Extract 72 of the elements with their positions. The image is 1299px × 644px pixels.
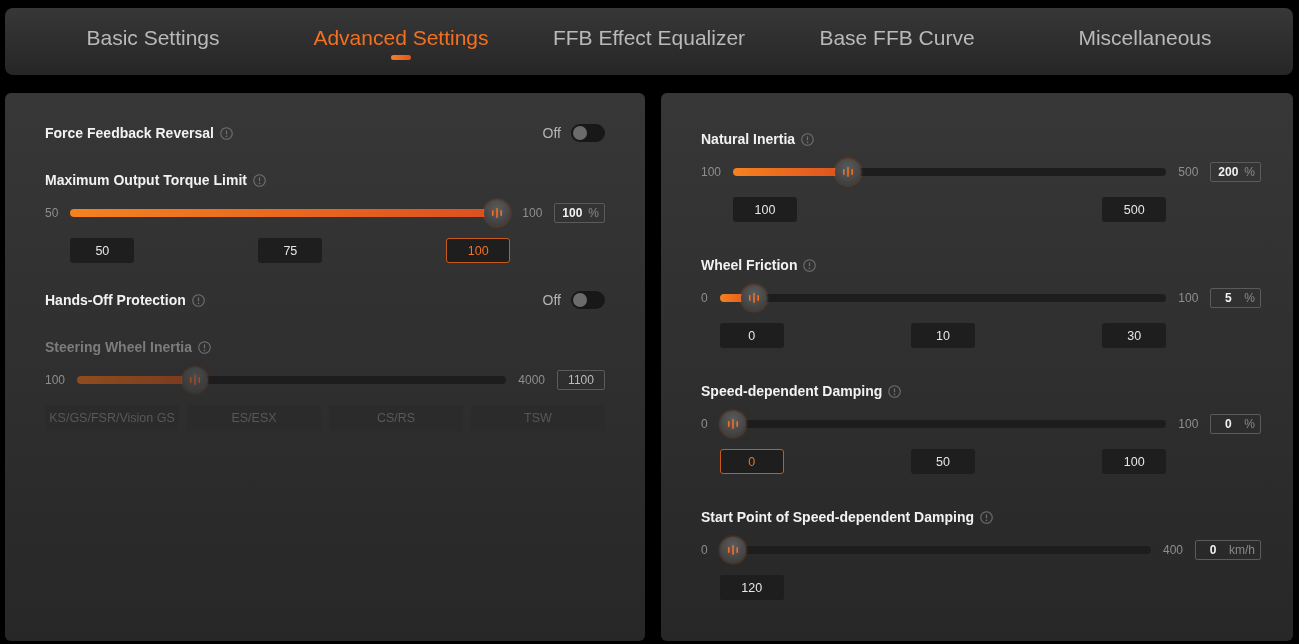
preset-button[interactable]: 120 — [719, 575, 784, 600]
setting-title: Hands-Off Protection — [45, 292, 186, 308]
info-icon[interactable] — [803, 258, 817, 272]
toggle-state-label: Off — [542, 125, 561, 141]
tab[interactable]: Basic Settings — [82, 17, 224, 66]
setting-title: Force Feedback Reversal — [45, 125, 214, 141]
setting-title: Maximum Output Torque Limit — [45, 172, 247, 188]
active-tab-underline — [391, 54, 411, 60]
preset-button[interactable]: 0 — [719, 323, 784, 348]
slider-track[interactable] — [70, 200, 511, 226]
info-icon[interactable] — [980, 510, 993, 524]
slider-min-label: 50 — [45, 206, 59, 220]
value-field[interactable]: 5 % — [1210, 288, 1261, 308]
setting-title: Natural Inertia — [701, 131, 796, 147]
toggle-state-label: Off — [542, 292, 561, 308]
slider-thumb[interactable] — [740, 285, 767, 311]
slider-max-label: 400 — [1162, 543, 1183, 557]
grip-icon — [726, 418, 739, 430]
slider-min-label: 0 — [701, 417, 708, 431]
preset-button[interactable]: 50 — [70, 238, 135, 263]
tab[interactable]: Base FFB Curve — [815, 17, 979, 66]
grip-icon — [188, 374, 201, 386]
info-icon[interactable] — [198, 340, 212, 354]
preset-button[interactable]: 500 — [1102, 197, 1167, 222]
toggle-switch[interactable] — [571, 291, 605, 309]
slider-thumb[interactable] — [484, 200, 511, 226]
grip-icon — [491, 207, 504, 219]
setting-title: Wheel Friction — [701, 257, 798, 273]
slider-track[interactable] — [733, 159, 1167, 185]
preset-button[interactable]: 50 — [911, 449, 975, 474]
slider-track[interactable] — [77, 367, 507, 393]
preset-button[interactable]: 100 — [733, 197, 798, 222]
preset-button[interactable]: 100 — [1102, 449, 1167, 474]
info-icon[interactable] — [219, 126, 233, 140]
toggle-switch[interactable] — [571, 124, 605, 142]
preset-button[interactable]: 30 — [1102, 323, 1167, 348]
slider-track[interactable] — [719, 411, 1167, 437]
slider-max-label: 500 — [1178, 165, 1199, 179]
info-icon[interactable] — [191, 293, 205, 307]
slider-min-label: 100 — [45, 373, 66, 387]
value-field[interactable]: 100 % — [554, 203, 605, 223]
preset-button[interactable]: 75 — [258, 238, 323, 263]
setting-title: Speed-dependent Damping — [701, 383, 883, 399]
setting-title: Start Point of Speed-dependent Damping — [701, 509, 974, 525]
slider-min-label: 0 — [701, 543, 708, 557]
preset-button[interactable]: 100 — [446, 238, 511, 263]
preset-button[interactable]: 0 — [719, 449, 784, 474]
tab[interactable]: FFB Effect Equalizer — [548, 17, 750, 66]
slider-max-label: 100 — [1178, 417, 1199, 431]
value-field[interactable]: 200 % — [1210, 162, 1261, 182]
grip-icon — [747, 292, 760, 304]
slider-thumb[interactable] — [834, 159, 861, 185]
grip-icon — [841, 166, 854, 178]
slider-track[interactable] — [719, 285, 1167, 311]
info-icon[interactable] — [252, 173, 266, 187]
slider-max-label: 4000 — [518, 373, 545, 387]
tab[interactable]: Miscellaneous — [1074, 17, 1216, 66]
info-icon[interactable] — [801, 132, 815, 146]
value-field[interactable]: 0 km/h — [1195, 540, 1261, 560]
slider-thumb[interactable] — [719, 537, 746, 563]
slider-max-label: 100 — [1178, 291, 1199, 305]
slider-max-label: 100 — [522, 206, 543, 220]
slider-thumb[interactable] — [719, 411, 746, 437]
slider-track[interactable] — [719, 537, 1151, 563]
slider-min-label: 0 — [701, 291, 708, 305]
value-field[interactable]: 0 % — [1210, 414, 1261, 434]
info-icon[interactable] — [888, 384, 902, 398]
grip-icon — [726, 544, 739, 556]
setting-title: Steering Wheel Inertia — [45, 339, 193, 355]
tab[interactable]: Advanced Settings — [309, 17, 493, 66]
preset-button[interactable]: 10 — [911, 323, 975, 348]
slider-min-label: 100 — [701, 165, 722, 179]
